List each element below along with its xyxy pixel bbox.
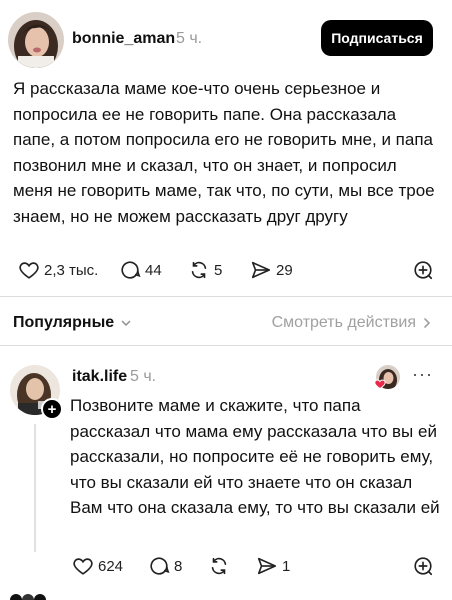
thread-line [34, 424, 36, 552]
sort-dropdown[interactable]: Популярные [13, 314, 132, 332]
comment-button[interactable]: 44 [119, 259, 162, 281]
heart-icon [73, 558, 93, 575]
repost-icon [211, 557, 227, 575]
repost-button[interactable]: 5 [188, 259, 222, 281]
avatar[interactable] [8, 12, 64, 68]
reply-like-button[interactable]: 624 [72, 555, 123, 577]
post-time: 5 ч. [176, 30, 203, 47]
reply-share-count: 1 [282, 557, 291, 575]
view-actions-label: Смотреть действия [271, 314, 416, 331]
reply-username[interactable]: itak.life [72, 368, 127, 386]
reply-comment-count: 8 [174, 557, 183, 575]
reply-like-count: 624 [98, 557, 124, 575]
reply-repost-button[interactable] [208, 555, 230, 577]
share-icon [257, 557, 277, 575]
like-count: 2,3 тыс. [44, 261, 99, 279]
more-icon[interactable]: ··· [412, 364, 433, 385]
save-button[interactable] [412, 259, 434, 281]
divider [0, 345, 452, 346]
follow-plus-badge[interactable]: + [41, 398, 63, 420]
add-circle-icon [414, 557, 433, 576]
repost-count: 5 [214, 261, 223, 279]
chevron-down-icon [121, 320, 131, 327]
like-button[interactable]: 2,3 тыс. [18, 259, 98, 281]
share-button[interactable]: 29 [250, 259, 293, 281]
reply-comment-button[interactable]: 8 [148, 555, 182, 577]
share-icon [251, 261, 271, 279]
reply-share-button[interactable]: 1 [256, 555, 290, 577]
comment-count: 44 [145, 261, 162, 279]
comment-icon [121, 261, 141, 279]
heart-icon [19, 262, 39, 279]
reply-save-button[interactable] [412, 555, 434, 577]
share-count: 29 [276, 261, 293, 279]
chevron-right-icon [424, 318, 431, 328]
username[interactable]: bonnie_aman [72, 30, 175, 48]
post-text: Я рассказала маме кое-что очень серьезно… [13, 79, 435, 226]
next-item-avatars-peek [10, 594, 46, 600]
reply-text: Позвоните маме и скажите, что папа расск… [70, 396, 440, 517]
add-circle-icon [414, 261, 433, 280]
view-actions-link[interactable]: Смотреть действия [272, 314, 432, 332]
divider [0, 296, 452, 297]
sort-label: Популярные [13, 314, 115, 331]
repost-icon [191, 261, 207, 279]
liked-heart-icon [374, 379, 386, 390]
comment-icon [150, 557, 170, 575]
reply-time: 5 ч. [130, 368, 157, 385]
follow-button[interactable]: Подписаться [321, 20, 433, 56]
